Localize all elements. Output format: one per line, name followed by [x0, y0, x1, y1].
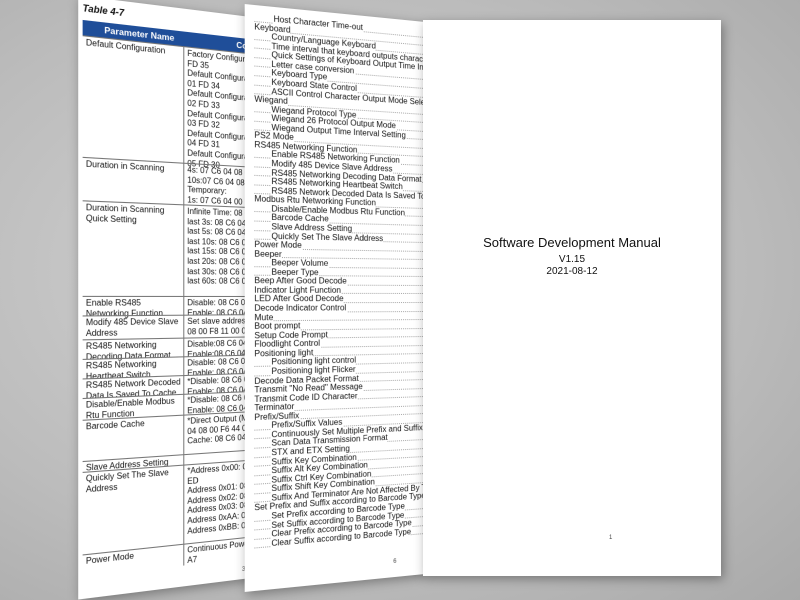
toc-entry-text: Beeper Type — [271, 268, 318, 277]
page-number: 6 — [393, 559, 396, 565]
toc-entry: LED After Good Decode — [254, 295, 425, 304]
toc-entry-text: Beep After Good Decode — [254, 277, 346, 286]
toc-entry-text: Beeper — [254, 250, 281, 259]
toc-entry-text: Positioning light — [254, 348, 313, 359]
toc-page: Host Character Time-out Keyboard Country/L… — [245, 4, 425, 592]
parameter-name: Duration in Scanning Quick Setting — [86, 203, 182, 227]
parameter-name: Barcode Cache — [86, 417, 182, 432]
cover-version: V1.15 — [423, 254, 721, 265]
parameter-name: Duration in Scanning — [86, 159, 182, 174]
table-title: Table 4-7 — [83, 3, 125, 19]
parameter-name: Quickly Set The Slave Address — [86, 467, 182, 495]
toc-entry: Indicator Light Function — [254, 286, 425, 295]
toc-entry-text: Decode Indicator Control — [254, 304, 346, 313]
page-number: 1 — [609, 535, 612, 541]
toc-entry-text: Beeper Volume — [271, 259, 328, 268]
cover-date: 2021-08-12 — [423, 266, 721, 277]
toc-entry-text: Boot prompt — [254, 321, 300, 331]
toc-entry-text: Power Mode — [254, 241, 301, 250]
toc-entry-text: Mute — [254, 313, 273, 322]
cover-title: Software Development Manual — [423, 235, 721, 250]
toc-list: Host Character Time-out Keyboard Country/L… — [254, 13, 425, 549]
cover-page: Software Development Manual V1.15 2021-0… — [423, 20, 721, 576]
toc-entry-text: Indicator Light Function — [254, 286, 341, 295]
parameter-name: Modify 485 Device Slave Address — [86, 317, 182, 338]
toc-entry-text: Setup Code Prompt — [254, 330, 327, 340]
toc-entry-text: LED After Good Decode — [254, 295, 343, 303]
toc-entry-text: Floodlight Control — [254, 339, 320, 349]
